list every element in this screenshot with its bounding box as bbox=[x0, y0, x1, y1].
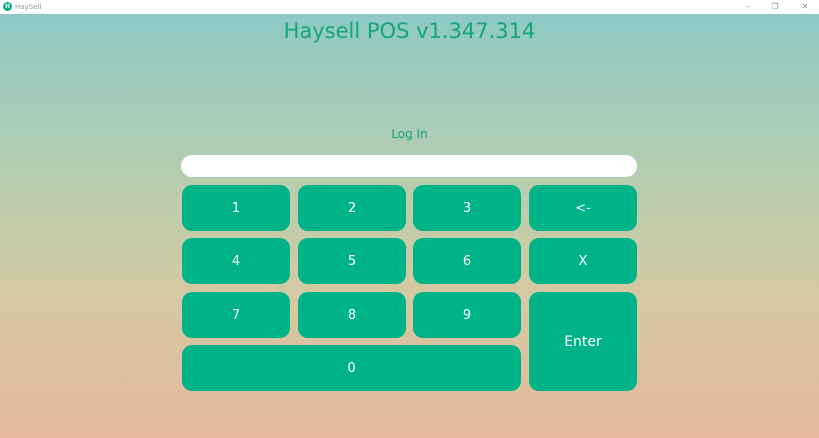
key-2-button[interactable]: 2 bbox=[298, 185, 406, 231]
key-4-button[interactable]: 4 bbox=[182, 238, 290, 284]
key-5-button[interactable]: 5 bbox=[298, 238, 406, 284]
key-1-button[interactable]: 1 bbox=[182, 185, 290, 231]
page-title: Haysell POS v1.347.314 bbox=[283, 19, 536, 43]
restore-button[interactable]: ❐ bbox=[765, 0, 785, 14]
minimize-button[interactable]: – bbox=[738, 0, 758, 14]
key-3-button[interactable]: 3 bbox=[413, 185, 521, 231]
key-8-button[interactable]: 8 bbox=[298, 292, 406, 338]
clear-button[interactable]: X bbox=[529, 238, 637, 284]
pin-input[interactable] bbox=[181, 155, 637, 177]
backspace-button[interactable]: <- bbox=[529, 185, 637, 231]
key-6-button[interactable]: 6 bbox=[413, 238, 521, 284]
title-bar: H HaySell – ❐ ✕ bbox=[0, 0, 819, 14]
app-logo-icon: H bbox=[3, 2, 12, 11]
key-7-button[interactable]: 7 bbox=[182, 292, 290, 338]
app-window: H HaySell – ❐ ✕ Haysell POS v1.347.314 L… bbox=[0, 0, 819, 438]
enter-button[interactable]: Enter bbox=[529, 292, 637, 391]
login-label: Log In bbox=[391, 127, 428, 141]
window-app-name: HaySell bbox=[15, 3, 42, 11]
key-9-button[interactable]: 9 bbox=[413, 292, 521, 338]
key-0-button[interactable]: 0 bbox=[182, 345, 521, 391]
close-button[interactable]: ✕ bbox=[795, 0, 815, 14]
login-screen: Haysell POS v1.347.314 Log In 1 2 3 <- 4… bbox=[0, 14, 819, 438]
